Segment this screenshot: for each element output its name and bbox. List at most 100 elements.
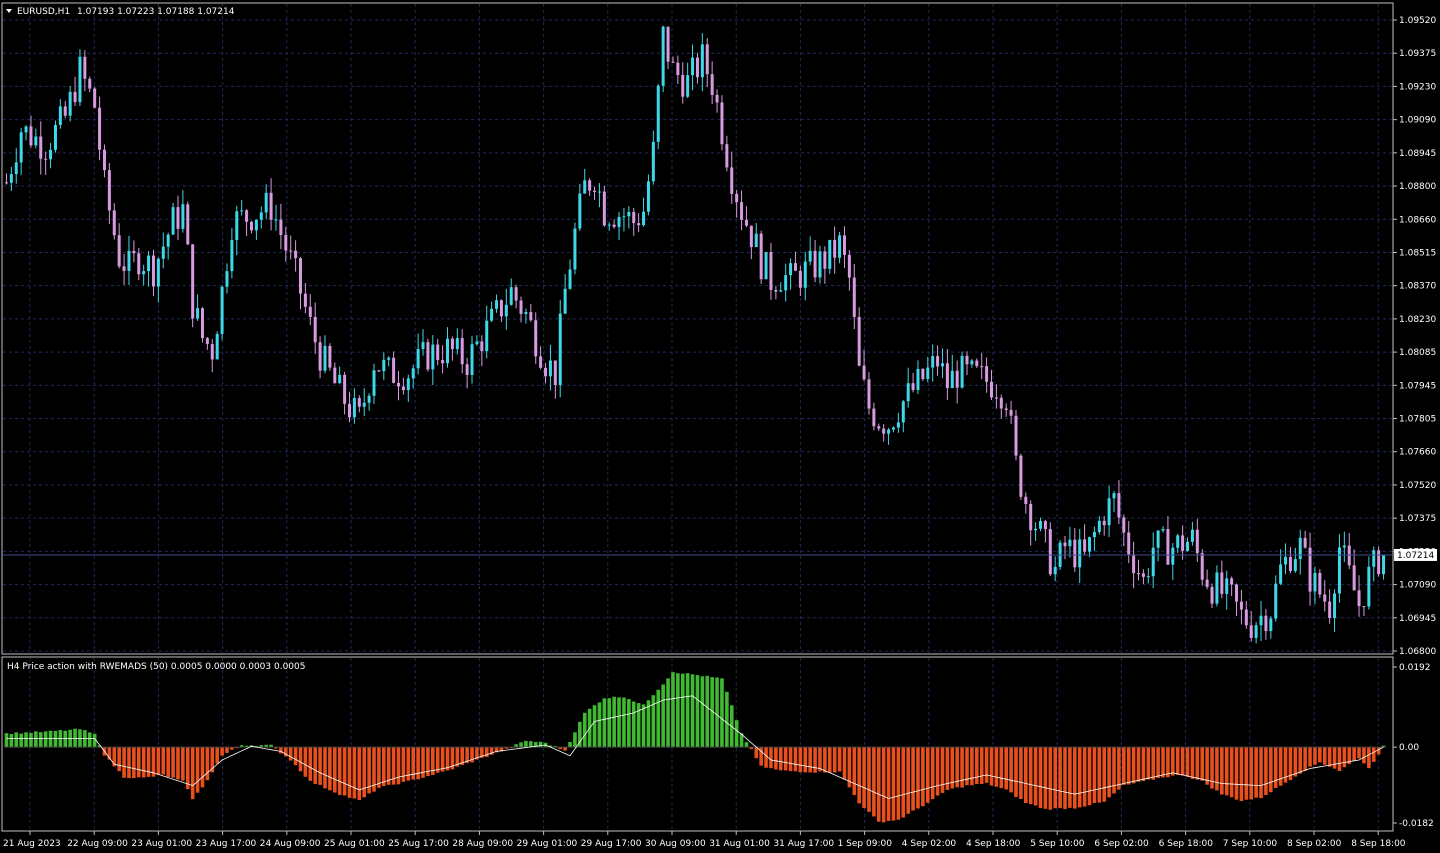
histogram-bar (891, 747, 896, 821)
candle-body (1254, 625, 1258, 638)
candle-body (416, 348, 420, 369)
histogram-bar (416, 747, 420, 780)
candle-body (735, 193, 739, 203)
candle-body (151, 255, 155, 287)
candle-body (524, 312, 528, 314)
price-tick-label: 1.06800 (1399, 647, 1436, 657)
candle-body (1274, 583, 1278, 619)
histogram-bar (876, 747, 881, 822)
chart-background (0, 0, 1440, 853)
candle-body (147, 255, 151, 272)
histogram-bar (774, 747, 778, 770)
histogram-bar (29, 732, 33, 748)
candle-body (573, 228, 577, 270)
candle-body (455, 338, 459, 350)
candle-body (191, 244, 195, 319)
candle-body (352, 398, 356, 418)
price-tick-label: 1.09375 (1399, 49, 1436, 59)
candle-body (509, 287, 513, 305)
histogram-bar (597, 702, 602, 748)
time-tick-label: 4 Sep 18:00 (966, 839, 1021, 849)
current-price-label: 1.07214 (1397, 551, 1434, 561)
candle-body (1293, 559, 1297, 572)
candle-body (818, 251, 822, 278)
histogram-bar (1053, 747, 1058, 809)
histogram-bar (313, 747, 317, 784)
histogram-bar (181, 747, 185, 781)
price-tick-label: 1.08800 (1399, 182, 1436, 192)
candle-body (965, 355, 969, 365)
histogram-bar (911, 747, 915, 811)
ohlc-readout: 1.07193 1.07223 1.07188 1.07214 (77, 7, 235, 17)
candle-body (877, 426, 881, 429)
histogram-bar (979, 747, 984, 784)
candle-body (132, 250, 136, 254)
histogram-bar (156, 747, 161, 776)
histogram-bar (1102, 747, 1107, 802)
candle-body (34, 136, 38, 146)
histogram-bar (612, 696, 616, 748)
candle-body (259, 212, 263, 220)
histogram-bar (538, 741, 543, 748)
histogram-bar (1171, 747, 1175, 776)
candle-body (230, 240, 234, 272)
time-tick-label: 1 Sep 09:00 (838, 839, 893, 849)
candle-body (1244, 609, 1248, 626)
candle-body (651, 141, 655, 182)
candle-body (58, 106, 62, 125)
histogram-bar (1063, 747, 1067, 810)
candle-body (676, 62, 680, 76)
candle-body (176, 207, 180, 229)
candle-body (313, 316, 317, 343)
candle-body (1333, 593, 1337, 618)
candle-body (127, 250, 131, 271)
histogram-bar (303, 747, 308, 777)
trading-chart[interactable]: 1.09520 1.09375 1.09230 1.09090 1.08945 1.088… (0, 0, 1440, 853)
candle-body (940, 363, 944, 367)
histogram-bar (43, 731, 48, 748)
histogram-bar (940, 747, 945, 793)
candle-body (328, 345, 332, 368)
histogram-bar (685, 673, 690, 748)
candle-body (597, 191, 601, 193)
candle-body (245, 210, 249, 222)
candle-body (39, 136, 43, 159)
candle-body (1088, 537, 1092, 552)
histogram-bar (651, 695, 656, 748)
candle-body (446, 338, 450, 364)
candle-body (872, 408, 876, 427)
candle-body (1362, 606, 1366, 608)
candle-body (279, 219, 283, 235)
histogram-bar (141, 747, 146, 778)
histogram-bar (734, 720, 739, 748)
histogram-bar (112, 747, 117, 767)
candle-body (348, 403, 351, 418)
candle-body (24, 126, 28, 133)
candle-body (666, 26, 670, 62)
time-tick-label: 6 Sep 18:00 (1159, 839, 1214, 849)
candle-body (475, 341, 479, 345)
histogram-bar (1151, 747, 1156, 780)
histogram-bar (1337, 747, 1342, 772)
candle-body (936, 356, 940, 367)
candle-body (107, 170, 111, 211)
histogram-bar (1112, 747, 1116, 794)
candle-body (1264, 615, 1268, 631)
histogram-bar (132, 747, 136, 779)
candle-body (529, 312, 533, 321)
candle-body (813, 250, 817, 278)
candle-body (534, 320, 538, 357)
candle-body (730, 167, 734, 194)
histogram-bar (568, 741, 572, 748)
histogram-bar (1014, 747, 1018, 798)
histogram-bar (960, 747, 964, 788)
histogram-bar (1141, 747, 1146, 781)
histogram-bar (720, 678, 724, 748)
candle-body (406, 378, 410, 391)
candle-body (1151, 547, 1155, 577)
candle-body (691, 57, 695, 76)
indicator-tick-label: -0.0182 (1399, 819, 1434, 829)
candle-body (1068, 539, 1072, 547)
histogram-bar (901, 747, 906, 818)
candle-body (1053, 566, 1057, 575)
